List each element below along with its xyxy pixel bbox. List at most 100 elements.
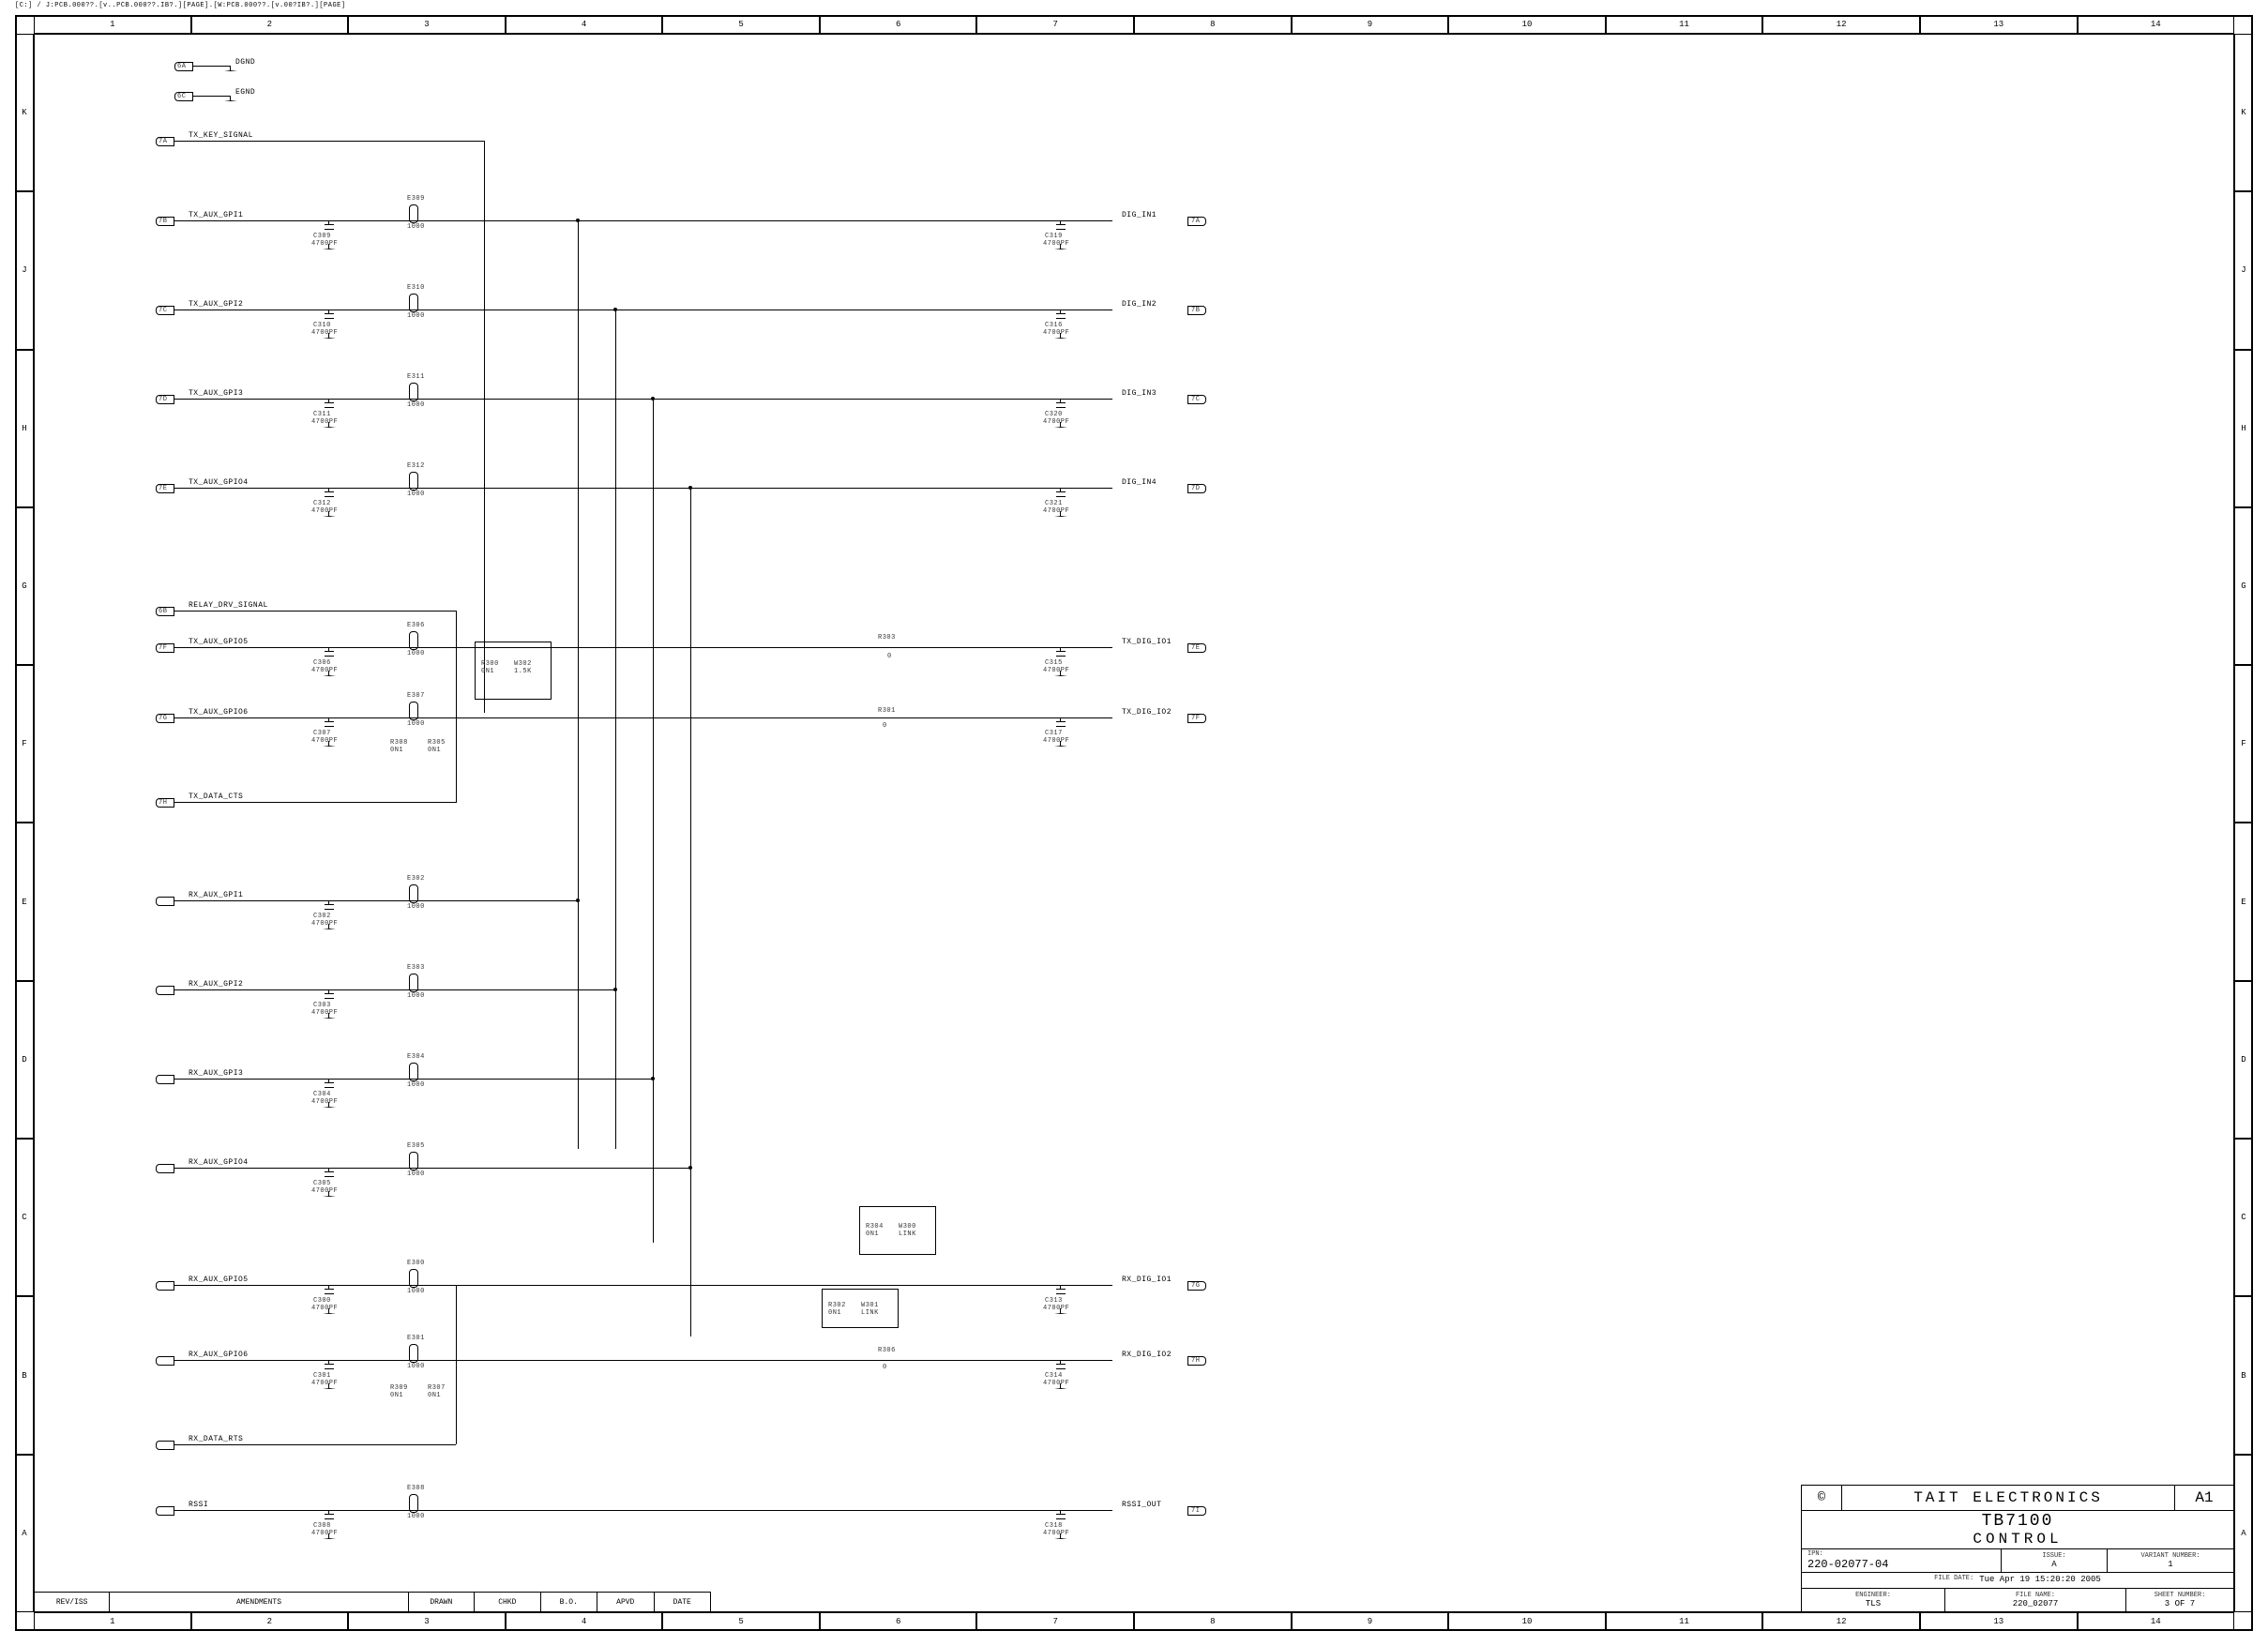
wire bbox=[174, 141, 484, 142]
gnd-icon bbox=[224, 66, 237, 75]
port-rx-rts bbox=[156, 1441, 174, 1450]
cap-c316 bbox=[1056, 310, 1066, 321]
ref-c315: C315 bbox=[1045, 659, 1063, 667]
port-ref: 7D bbox=[159, 396, 167, 403]
port-ref: 6A bbox=[177, 63, 186, 70]
ruler-top: 1 2 3 4 5 6 7 8 9 10 11 12 13 14 bbox=[34, 15, 2234, 34]
gnd-icon bbox=[323, 1308, 336, 1318]
variant-value: 1 bbox=[2168, 1560, 2172, 1569]
net-relay: RELAY_DRV_SIGNAL bbox=[189, 601, 268, 610]
wire bbox=[484, 141, 485, 713]
port-ref: 7E bbox=[1191, 644, 1200, 652]
gnd-icon bbox=[323, 924, 336, 933]
net-tx-aux1: TX_AUX_GPI1 bbox=[189, 211, 243, 219]
ref-c304: C304 bbox=[313, 1091, 331, 1098]
wire bbox=[174, 989, 615, 990]
ref-r306: R306 bbox=[878, 1347, 896, 1354]
ruler-col: 10 bbox=[1448, 15, 1606, 34]
val-e307: 1000 bbox=[407, 720, 425, 728]
ref-c300: C300 bbox=[313, 1297, 331, 1305]
val-e304: 1000 bbox=[407, 1081, 425, 1089]
ruler-row: F bbox=[15, 665, 34, 823]
port-rssi bbox=[156, 1506, 174, 1516]
ruler-row: E bbox=[2234, 823, 2253, 980]
val-e312: 1000 bbox=[407, 491, 425, 498]
net-dig-in1: DIG_IN1 bbox=[1122, 211, 1157, 219]
issue-value: A bbox=[2051, 1560, 2056, 1569]
port-rx-aux4 bbox=[156, 1164, 174, 1173]
rev-chkd: CHKD bbox=[475, 1593, 540, 1611]
ruler-col: 12 bbox=[1762, 15, 1920, 34]
port-rx-aux6 bbox=[156, 1356, 174, 1366]
ruler-col: 7 bbox=[976, 1612, 1134, 1631]
node bbox=[688, 1166, 692, 1170]
wire bbox=[174, 1360, 1112, 1361]
ref-e308: E308 bbox=[407, 1485, 425, 1492]
net-rx-aux6: RX_AUX_GPIO6 bbox=[189, 1351, 249, 1359]
ruler-bottom: 1 2 3 4 5 6 7 8 9 10 11 12 13 14 bbox=[34, 1612, 2234, 1631]
schematic-area: 6A DGND 6C EGND 7A TX_KEY_SIGNAL 7B TX_A… bbox=[34, 34, 2234, 1612]
net-rx-aux4: RX_AUX_GPIO4 bbox=[189, 1158, 249, 1167]
wire bbox=[174, 717, 1112, 718]
val-e305: 1000 bbox=[407, 1170, 425, 1178]
ref-c310: C310 bbox=[313, 322, 331, 329]
val-r308: 0N1 bbox=[390, 747, 403, 754]
port-ref: 7C bbox=[159, 307, 167, 314]
net-dig-in3: DIG_IN3 bbox=[1122, 389, 1157, 398]
bus-v1 bbox=[578, 220, 579, 1149]
val-r301: 0 bbox=[883, 722, 887, 730]
gnd-icon bbox=[323, 1102, 336, 1111]
val-r307: 0N1 bbox=[428, 1392, 441, 1399]
filedate-value: Tue Apr 19 15:20:20 2005 bbox=[1979, 1575, 2101, 1586]
port-ref: 7G bbox=[1191, 1282, 1200, 1290]
product-name: TB7100 bbox=[1982, 1512, 2054, 1531]
cap-c315 bbox=[1056, 647, 1066, 658]
ruler-row: B bbox=[2234, 1296, 2253, 1454]
val-r300: 0N1 bbox=[481, 668, 494, 675]
gnd-icon bbox=[1054, 511, 1067, 521]
ref-r307: R307 bbox=[428, 1384, 446, 1392]
ferrite-e305 bbox=[409, 1152, 418, 1170]
val-e308: 1000 bbox=[407, 1513, 425, 1520]
ruler-col: 3 bbox=[348, 1612, 506, 1631]
ruler-row: D bbox=[15, 981, 34, 1139]
ruler-row: H bbox=[15, 350, 34, 507]
ruler-col: 13 bbox=[1920, 15, 2078, 34]
ref-e302: E302 bbox=[407, 875, 425, 883]
ferrite-e300 bbox=[409, 1269, 418, 1288]
revision-block: REV/ISS AMENDMENTS DRAWN CHKD B.O. APVD … bbox=[34, 1592, 711, 1612]
net-rx-aux1: RX_AUX_GPI1 bbox=[189, 891, 243, 899]
net-rx-rts: RX_DATA_RTS bbox=[189, 1435, 243, 1443]
ref-r301: R301 bbox=[878, 707, 896, 715]
ref-c318: C318 bbox=[1045, 1522, 1063, 1530]
sheet-title: CONTROL bbox=[1973, 1531, 2062, 1548]
cap-c311 bbox=[325, 399, 334, 410]
node bbox=[651, 397, 655, 400]
ipn-value: 220-02077-04 bbox=[1807, 1558, 1995, 1571]
ruler-row: C bbox=[2234, 1139, 2253, 1296]
net-rx-dio1: RX_DIG_IO1 bbox=[1122, 1276, 1172, 1284]
port-ref: 7F bbox=[159, 644, 167, 652]
cap-c312 bbox=[325, 488, 334, 499]
port-rx-aux3 bbox=[156, 1075, 174, 1084]
net-rssi-out: RSSI_OUT bbox=[1122, 1501, 1161, 1509]
wire bbox=[174, 1168, 690, 1169]
ref-r304: R304 bbox=[866, 1223, 884, 1231]
ruler-row: D bbox=[2234, 981, 2253, 1139]
ref-c307: C307 bbox=[313, 730, 331, 737]
gnd-icon bbox=[323, 333, 336, 342]
ruler-row: A bbox=[2234, 1455, 2253, 1612]
net-tx-key: TX_KEY_SIGNAL bbox=[189, 131, 253, 140]
wire bbox=[174, 488, 1112, 489]
variant-label: VARIANT NUMBER: bbox=[2140, 1552, 2200, 1560]
wire bbox=[456, 611, 457, 803]
val-e301: 1000 bbox=[407, 1363, 425, 1370]
ruler-col: 2 bbox=[191, 1612, 349, 1631]
port-ref: 7B bbox=[159, 218, 167, 225]
ref-c313: C313 bbox=[1045, 1297, 1063, 1305]
net-dig-in4: DIG_IN4 bbox=[1122, 478, 1157, 487]
title-block: © TAIT ELECTRONICS A1 TB7100 CONTROL IPN… bbox=[1801, 1485, 2234, 1612]
port-ref: 7I bbox=[1191, 1507, 1200, 1515]
gnd-icon bbox=[1054, 1308, 1067, 1318]
ref-w302: W302 bbox=[514, 660, 532, 668]
